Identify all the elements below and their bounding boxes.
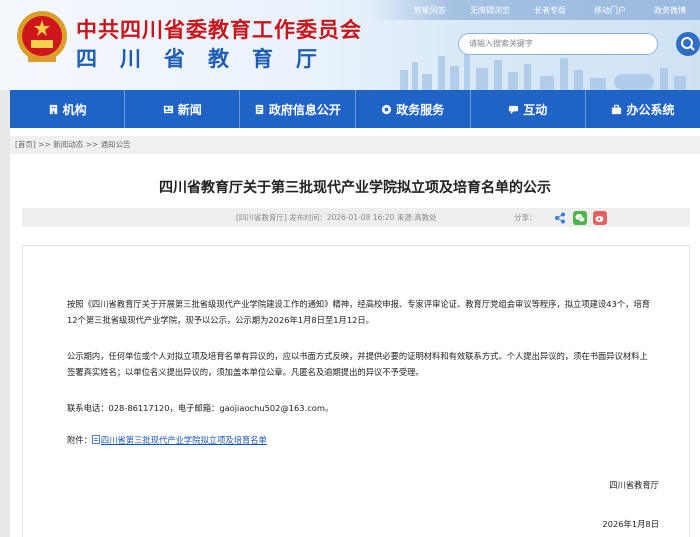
building-icon [49,104,57,114]
share-icon[interactable] [553,211,567,225]
breadcrumb: [首页] >> 新闻动态 >> 通知公告 [10,136,700,154]
search-button[interactable] [676,32,700,56]
article-meta-info: [四川省教育厅] 发布时间：2026-01-08 16:20 来源:高教处 [236,213,437,222]
national-emblem-icon [17,11,67,62]
attachment-label: 附件： [67,435,92,445]
publish-date: 2026年1月8日 [602,519,659,529]
toplink-mobile[interactable]: 移动门户 [580,4,640,18]
nav-label: 办公系统 [626,102,675,117]
site-subtitle: 四川省教育厅 [76,47,340,71]
nav-item-interaction[interactable]: 互动 [471,90,586,128]
weibo-icon[interactable] [592,210,607,225]
breadcrumb-notice[interactable]: 通知公告 [101,140,131,149]
attachment-link[interactable]: 四川省第三批现代产业学院拟立项及培育名单 [101,435,267,445]
nav-item-office[interactable]: 办公系统 [586,90,700,128]
article-paragraph: 按照《四川省教育厅关于开展第三批省级现代产业学院建设工作的通知》精神，经高校申报… [67,299,651,325]
article-title: 四川省教育厅关于第三批现代产业学院拟立项及培育名单的公示 [159,180,551,196]
service-icon [382,104,392,114]
breadcrumb-home[interactable]: [首页] [15,140,36,149]
nav-label: 互动 [523,102,548,117]
main-nav: 机构 新闻 政府信息公开 政务服务 互动 办公系统 [10,90,700,128]
site-header: 中共四川省委教育工作委员会 四川省教育厅 智能问答 无障碍浏览 长者专版 移动门… [0,0,700,90]
toplink-weibo[interactable]: 政务微博 [640,4,700,18]
main-content: [首页] >> 新闻动态 >> 通知公告 四川省教育厅关于第三批现代产业学院拟立… [10,128,700,537]
wechat-icon[interactable] [572,210,587,225]
toplink-accessibility[interactable]: 无障碍浏览 [460,4,520,18]
nav-item-news[interactable]: 新闻 [125,90,241,128]
article-body: 按照《四川省教育厅关于开展第三批省级现代产业学院建设工作的通知》精神，经高校申报… [22,245,690,537]
nav-label: 机构 [62,102,87,117]
article-meta: [四川省教育厅] 发布时间：2026-01-08 16:20 来源:高教处 分享… [22,208,690,227]
nav-item-services[interactable]: 政务服务 [356,90,471,128]
news-icon [163,105,173,113]
document-icon [255,104,264,114]
article-paragraph: 联系电话：028-86117120，电子邮箱：gaojiaochu502@163… [67,403,334,413]
breadcrumb-separator: >> [38,140,51,149]
signature: 四川省教育厅 [609,480,659,490]
toplink-qa[interactable]: 智能问答 [400,4,460,18]
article-paragraph: 公示期内，任何单位或个人对拟立项及培育名单有异议的，应以书面方式反映，并提供必要… [67,351,648,377]
top-links: 智能问答 无障碍浏览 长者专版 移动门户 政务微博 [400,4,700,18]
chat-icon [509,105,519,114]
attachment-row: 附件： 四川省第三批现代产业学院拟立项及培育名单 [67,432,653,448]
search-input[interactable]: 请输入搜索关键字 [458,33,658,55]
toplink-elderly[interactable]: 长者专版 [520,4,580,18]
breadcrumb-separator: >> [85,140,99,149]
nav-item-institution[interactable]: 机构 [10,90,126,128]
nav-item-gov-info[interactable]: 政府信息公开 [240,90,356,128]
breadcrumb-news[interactable]: 新闻动态 [53,140,83,149]
nav-label: 新闻 [177,102,202,117]
nav-label: 政务服务 [396,102,445,117]
search-icon [681,37,695,51]
site-title: 中共四川省委教育工作委员会 [76,18,362,42]
share-bar: 分享： [514,208,613,227]
share-label: 分享： [514,213,537,222]
office-icon [612,104,622,114]
nav-label: 政府信息公开 [268,102,341,117]
attachment-file-icon [92,435,100,444]
